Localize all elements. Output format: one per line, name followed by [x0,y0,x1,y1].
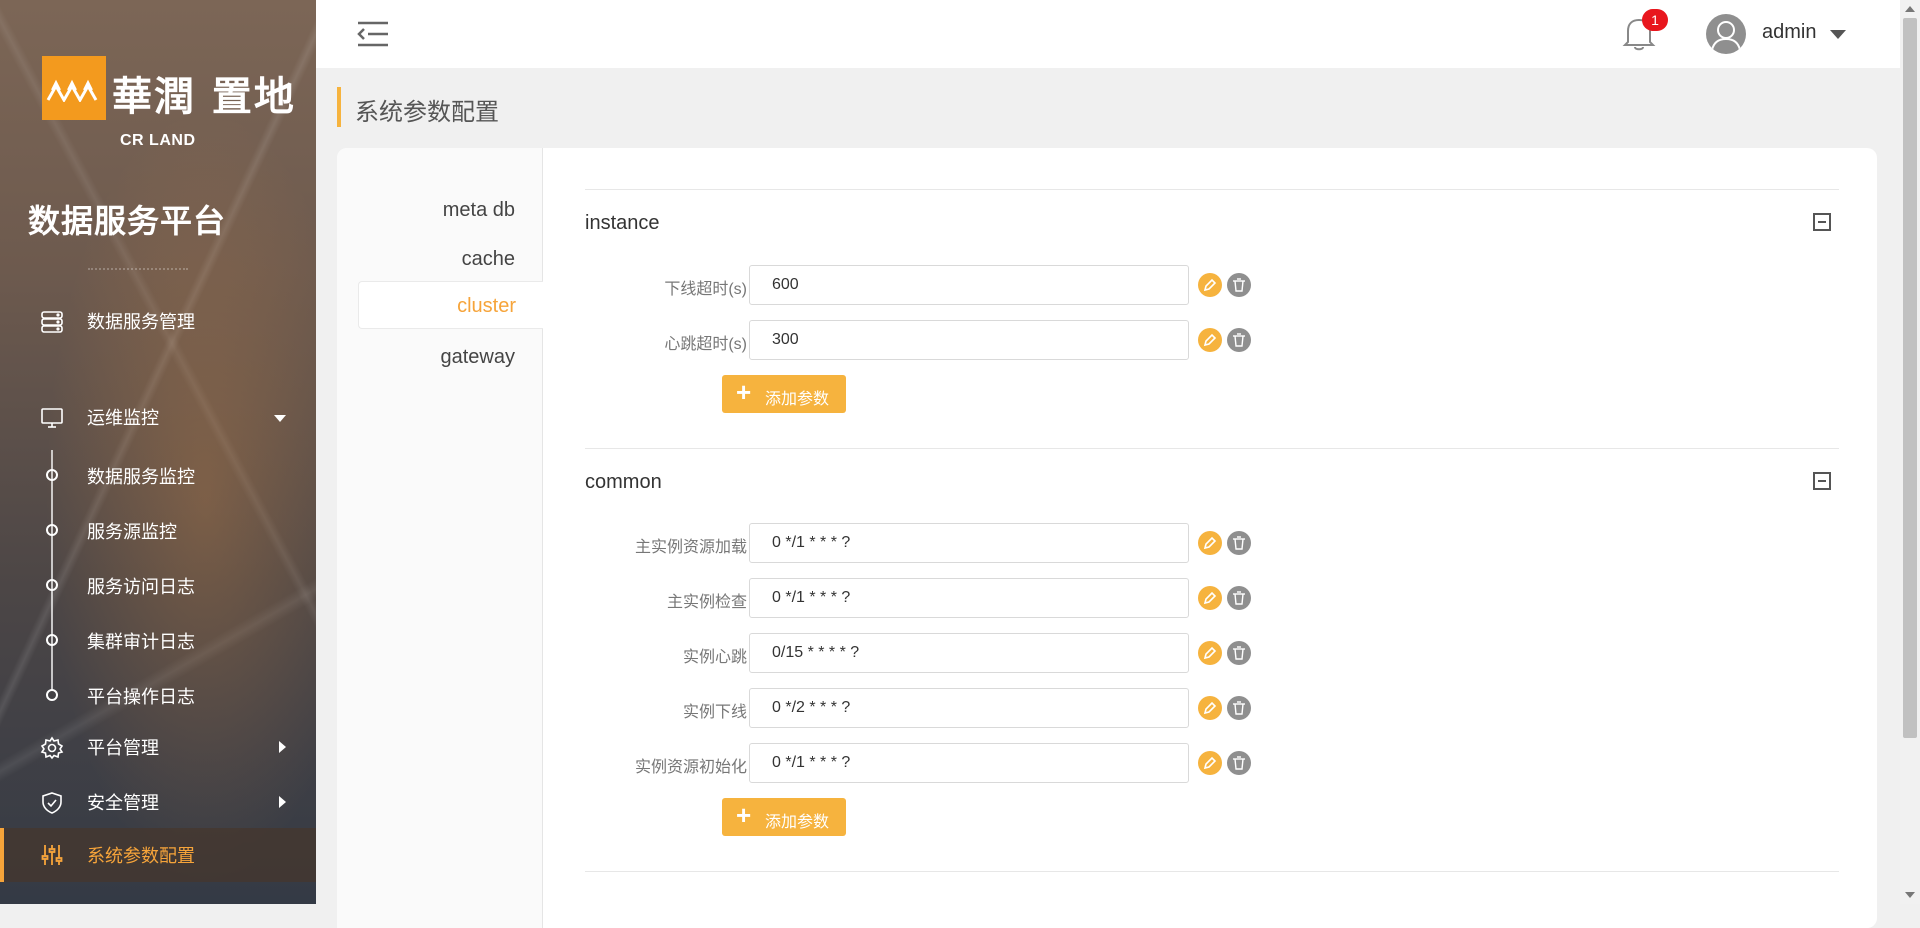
edit-icon[interactable] [1198,696,1222,720]
avatar[interactable] [1706,14,1746,54]
chevron-right-icon [279,796,286,808]
param-label: 下线超时(s) [664,281,747,298]
config-card: meta db cache cluster gateway instance 下… [337,148,1877,928]
param-label: 实例资源初始化 [634,759,747,776]
edit-icon[interactable] [1198,328,1222,352]
menu-item-label: 数据服务管理 [87,312,195,332]
scroll-up-icon[interactable] [1905,6,1915,12]
trash-icon[interactable] [1227,273,1251,297]
section-divider [585,189,1839,190]
param-value-input[interactable]: 0 */2 * * * ? [749,688,1189,728]
param-label: 实例下线 [682,704,747,721]
logo: 華潤 置地 CR LAND [42,56,294,152]
menu-item-label: 运维监控 [87,408,159,428]
gear-icon [40,736,64,760]
tab-meta-db[interactable]: meta db [357,186,542,234]
submenu-item-service-source-monitoring[interactable]: 服务源监控 [0,510,316,550]
shield-check-icon [40,791,64,814]
notification-badge: 1 [1642,9,1668,31]
add-parameter-label: 添加参数 [765,814,830,831]
scroll-down-icon[interactable] [1905,892,1915,898]
param-value-input[interactable]: 300 [749,320,1189,360]
edit-icon[interactable] [1198,273,1222,297]
submenu-item-platform-operation-log[interactable]: 平台操作日志 [0,675,316,715]
add-parameter-button[interactable]: + 添加参数 [722,375,846,413]
param-label: 主实例检查 [666,594,747,611]
param-label: 主实例资源加载 [634,539,747,556]
menu-item-platform-management[interactable]: 平台管理 [0,725,316,769]
sidebar: 華潤 置地 CR LAND 数据服务平台 数据服务管理 运维监控 数据服务监控 … [0,0,316,904]
monitor-icon [40,406,64,428]
username[interactable]: admin [1762,21,1816,44]
tree-node-icon [46,579,58,591]
menu-item-label: 安全管理 [87,793,159,813]
add-parameter-button[interactable]: + 添加参数 [722,798,846,836]
param-value-input[interactable]: 0/15 * * * * ? [749,633,1189,673]
trash-icon[interactable] [1227,531,1251,555]
submenu-label: 服务源监控 [87,522,177,542]
logo-chinese-text: 華潤 置地 [112,73,296,120]
page-title: 系统参数配置 [355,99,499,126]
top-header: 1 admin [316,0,1900,68]
sidebar-divider [88,268,188,270]
section-title-common: common [585,471,662,493]
database-icon [40,310,64,333]
page-title-accent [337,87,341,127]
platform-title: 数据服务平台 [28,203,227,239]
logo-english-text: CR LAND [120,132,196,149]
edit-icon[interactable] [1198,586,1222,610]
tree-node-icon [46,524,58,536]
page-scrollbar[interactable] [1900,0,1920,904]
param-value-input[interactable]: 600 [749,265,1189,305]
submenu-label: 服务访问日志 [87,577,195,597]
trash-icon[interactable] [1227,586,1251,610]
trash-icon[interactable] [1227,641,1251,665]
chevron-down-icon [274,415,286,422]
param-label: 实例心跳 [682,649,747,666]
menu-item-ops-monitoring[interactable]: 运维监控 [0,395,316,439]
section-divider [585,448,1839,449]
caret-down-icon[interactable] [1830,30,1846,39]
menu-item-data-service-management[interactable]: 数据服务管理 [0,299,316,343]
edit-icon[interactable] [1198,531,1222,555]
menu-item-system-parameter-config[interactable]: 系统参数配置 [0,828,316,882]
menu-item-label: 系统参数配置 [87,846,195,866]
param-label: 心跳超时(s) [664,336,747,353]
section-divider [585,871,1839,872]
submenu-label: 集群审计日志 [87,632,195,652]
param-value-input[interactable]: 0 */1 * * * ? [749,523,1189,563]
collapse-menu-icon[interactable] [356,20,390,48]
collapse-section-icon[interactable] [1813,472,1831,490]
tree-node-icon [46,634,58,646]
cr-land-logo-mark [42,56,106,120]
trash-icon[interactable] [1227,328,1251,352]
param-value-input[interactable]: 0 */1 * * * ? [749,578,1189,618]
sliders-icon [40,843,64,865]
submenu-label: 平台操作日志 [87,687,195,707]
submenu-item-service-access-log[interactable]: 服务访问日志 [0,565,316,605]
submenu-item-data-service-monitoring[interactable]: 数据服务监控 [0,455,316,495]
chevron-right-icon [279,741,286,753]
collapse-section-icon[interactable] [1813,213,1831,231]
edit-icon[interactable] [1198,641,1222,665]
edit-icon[interactable] [1198,751,1222,775]
submenu-item-cluster-audit-log[interactable]: 集群审计日志 [0,620,316,660]
menu-item-security-management[interactable]: 安全管理 [0,780,316,824]
param-value-input[interactable]: 0 */1 * * * ? [749,743,1189,783]
plus-icon: + [736,800,752,830]
scrollbar-thumb[interactable] [1903,18,1917,738]
menu-item-label: 平台管理 [87,738,159,758]
trash-icon[interactable] [1227,751,1251,775]
submenu-label: 数据服务监控 [87,467,195,487]
trash-icon[interactable] [1227,696,1251,720]
section-title-instance: instance [585,212,660,234]
tree-node-icon [46,469,58,481]
plus-icon: + [736,377,752,407]
add-parameter-label: 添加参数 [765,391,830,408]
tree-node-icon [46,689,58,701]
